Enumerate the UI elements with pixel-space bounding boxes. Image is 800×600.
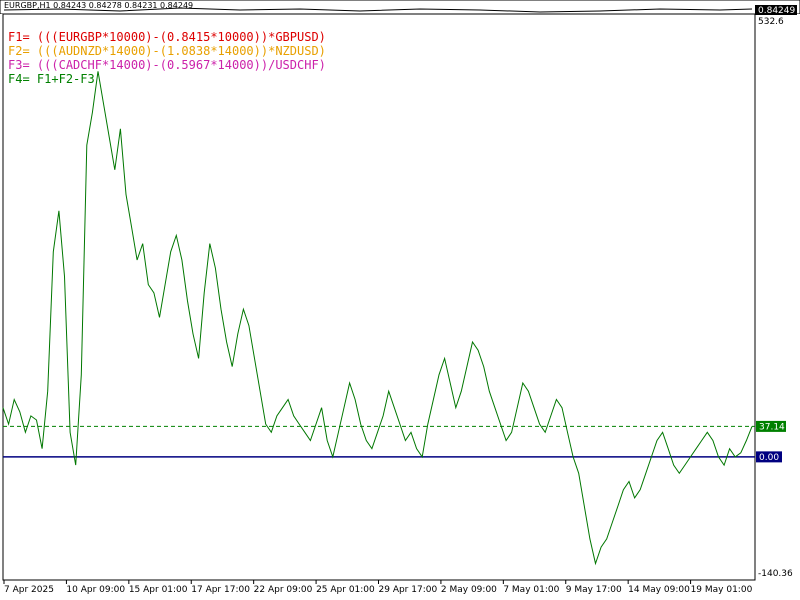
x-tick-label: 14 May 09:00 [628,585,690,595]
x-tick-label: 19 May 01:00 [691,585,753,595]
series-line-f4 [2,71,753,566]
x-tick-label: 22 Apr 09:00 [254,585,313,595]
indicator-chart[interactable]: 0.84249 532.6 -140.36 37.14 0.00 7 Apr 2… [0,0,800,600]
formula-f3-label: F3= [8,58,30,72]
x-tick-label: 29 Apr 17:00 [379,585,438,595]
x-tick-label: 9 May 17:00 [566,585,622,595]
formula-f3-expr: (((CADCHF*14000)-(0.5967*14000))/USDCHF) [36,58,326,72]
x-tick-label: 7 May 01:00 [503,585,559,595]
formula-f3: F3= (((CADCHF*14000)-(0.5967*14000))/USD… [8,58,326,73]
zero-value-tag: 0.00 [756,451,782,463]
top-price-value: 0.84249 [758,6,795,16]
x-tick-label: 2 May 09:00 [441,585,497,595]
x-tick-label: 10 Apr 09:00 [66,585,125,595]
formula-f4-expr: F1+F2-F3 [36,72,95,86]
formula-f1-expr: (((EURGBP*10000)-(0.8415*10000))*GBPUSD) [36,30,326,44]
top-price-tag: 0.84249 [755,5,797,16]
x-axis: 7 Apr 2025 10 Apr 09:00 15 Apr 01:00 17 Apr… [3,580,753,595]
formula-f4-label: F4= [8,72,30,86]
formula-f1-label: F1= [8,30,30,44]
formula-f4: F4= F1+F2-F3 [8,72,95,87]
y-axis-max-label: 532.6 [758,17,784,27]
zero-value-label: 0.00 [759,453,779,463]
plot-frame [2,13,756,581]
y-axis-min-label: -140.36 [758,569,793,579]
x-tick-label: 7 Apr 2025 [4,585,54,595]
formula-f2-expr: (((AUDNZD*14000)-(1.0838*14000))*NZDUSD) [36,44,326,58]
formula-f2: F2= (((AUDNZD*14000)-(1.0838*14000))*NZD… [8,44,326,59]
current-value-label: 37.14 [759,422,785,432]
formula-f1: F1= (((EURGBP*10000)-(0.8415*10000))*GBP… [8,30,326,45]
x-tick-label: 25 Apr 01:00 [316,585,375,595]
x-tick-label: 15 Apr 01:00 [129,585,188,595]
current-value-tag: 37.14 [756,420,786,432]
formula-f2-label: F2= [8,44,30,58]
x-tick-label: 17 Apr 17:00 [191,585,250,595]
